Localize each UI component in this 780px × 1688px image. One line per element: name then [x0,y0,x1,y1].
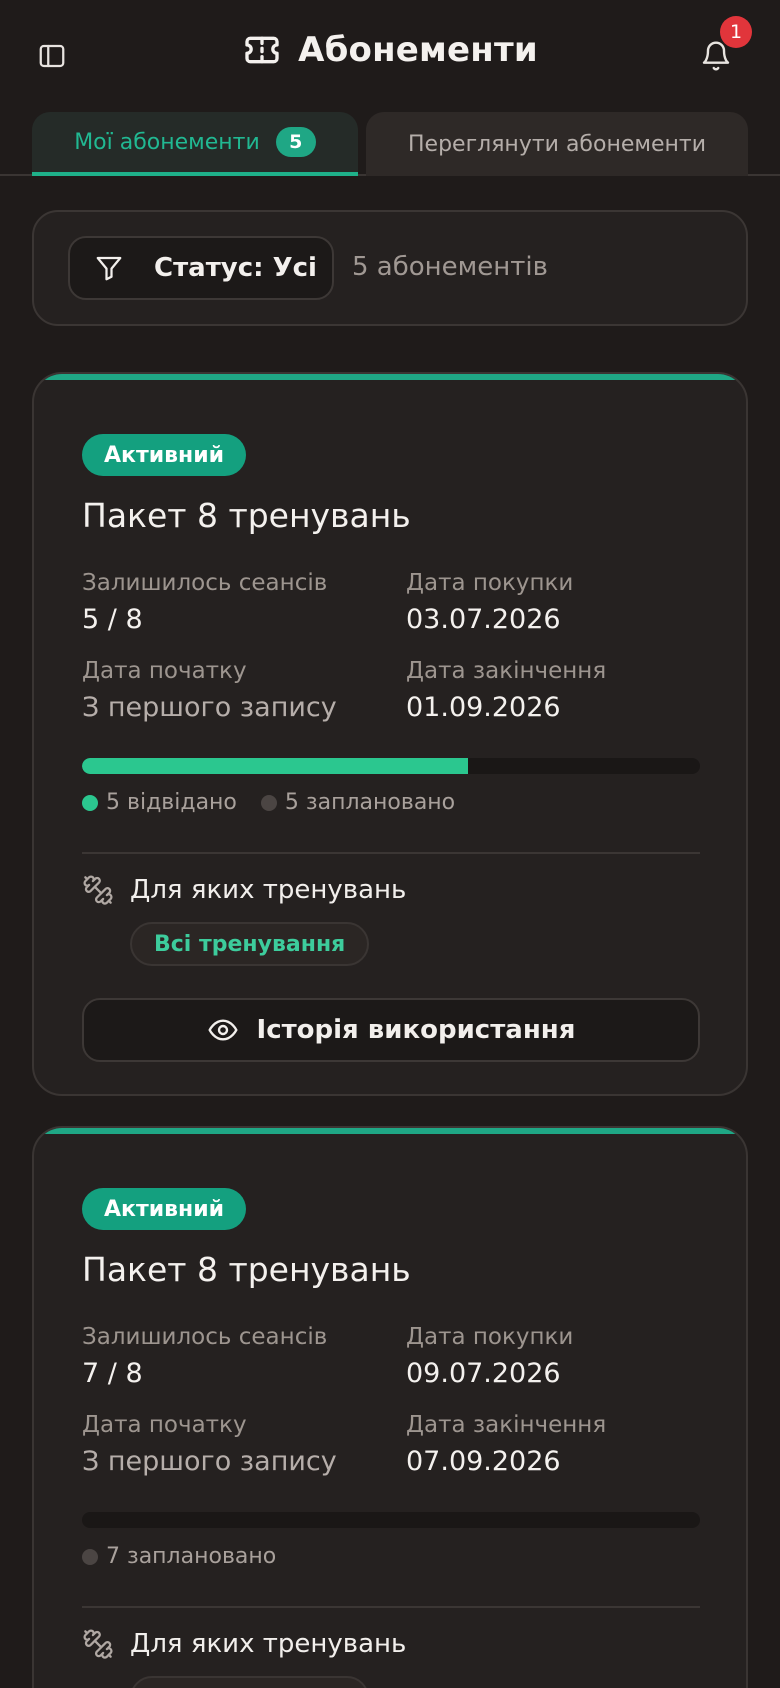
filter-bar: Статус: Усі 5 абонементів [32,210,748,326]
remaining-label: Залишилось сеансів [82,570,328,596]
start-date-value: З першого запису [82,1446,337,1477]
start-date-label: Дата початку [82,658,247,684]
sessions-progress-bar [82,1512,700,1528]
planned-dot-icon [82,1548,98,1565]
for-trainings-row: Для яких тренувань [82,1628,406,1660]
end-date-value: 01.09.2026 [406,692,561,723]
tab-my-subscriptions[interactable]: Мої абонементи 5 [32,112,358,176]
purchase-date: Дата покупки 03.07.2026 [406,570,573,635]
purchase-date-value: 03.07.2026 [406,604,561,635]
subscription-card: Активний Пакет 8 тренувань Залишилось се… [32,1126,748,1688]
header-title-group: Абонементи [0,30,780,70]
purchase-date: Дата покупки 09.07.2026 [406,1324,573,1389]
sessions-progress-bar [82,758,700,774]
for-trainings-label: Для яких тренувань [130,875,407,905]
remaining-sessions: Залишилось сеансів 7 / 8 [82,1324,327,1389]
subscriptions-count: 5 абонементів [352,252,548,282]
usage-history-label: Історія використання [256,1015,576,1045]
dumbbell-icon [83,875,113,905]
progress-legend: 7 заплановано [82,1544,276,1569]
start-date: Дата початку З першого запису [82,1412,337,1477]
subscription-card: Активний Пакет 8 тренувань Залишилось се… [32,372,748,1096]
status-badge: Активний [82,1188,247,1230]
card-divider [82,1606,700,1608]
remaining-value: 5 / 8 [82,604,143,635]
status-badge: Активний [82,434,247,476]
subscriptions-page: Абонементи 1 Мої абонементи 5 Переглянут… [0,0,780,1688]
legend-visited: 5 відвідано [82,790,237,815]
legend-visited-text: 5 відвідано [106,790,237,815]
legend-planned: 7 заплановано [82,1544,276,1569]
start-date-value: З першого запису [82,692,337,723]
tab-count-badge: 5 [275,127,316,157]
legend-planned-text: 7 заплановано [106,1544,277,1569]
notification-badge: 1 [720,16,752,48]
usage-history-button[interactable]: Історія використання [82,998,700,1062]
subscription-title: Пакет 8 тренувань [82,1250,411,1289]
purchase-date-value: 09.07.2026 [406,1358,561,1389]
dumbbell-icon [83,1629,113,1659]
subscription-title: Пакет 8 тренувань [82,496,411,535]
remaining-value: 7 / 8 [82,1358,143,1389]
legend-planned-text: 5 заплановано [284,790,456,815]
tab-bar: Мої абонементи 5 Переглянути абонементи [0,112,780,176]
card-divider [82,852,700,854]
end-date-label: Дата закінчення [406,658,607,684]
end-date-value: 07.09.2026 [406,1446,561,1477]
remaining-sessions: Залишилось сеансів 5 / 8 [82,570,327,635]
visited-dot-icon [82,794,98,811]
tab-label: Мої абонементи [74,129,260,155]
progress-legend: 5 відвідано 5 заплановано [82,790,455,815]
status-filter-button[interactable]: Статус: Усі [68,236,334,300]
end-date: Дата закінчення 07.09.2026 [406,1412,606,1477]
remaining-label: Залишилось сеансів [82,1324,328,1350]
for-trainings-row: Для яких тренувань [82,874,406,906]
page-title: Абонементи [298,30,538,70]
status-filter-label: Статус: Усі [154,253,317,283]
training-tag: Всі тренування [130,922,370,966]
tab-browse-subscriptions[interactable]: Переглянути абонементи [366,112,748,176]
end-date-label: Дата закінчення [406,1412,607,1438]
for-trainings-label: Для яких тренувань [130,1629,407,1659]
tab-label: Переглянути абонементи [408,131,706,157]
planned-dot-icon [260,794,277,811]
start-date-label: Дата початку [82,1412,247,1438]
purchase-date-label: Дата покупки [406,1324,574,1350]
start-date: Дата початку З першого запису [82,658,337,723]
app-header: Абонементи 1 [0,0,780,110]
eye-icon [207,1019,238,1041]
progress-fill [82,758,469,774]
purchase-date-label: Дата покупки [406,570,574,596]
training-tag: Всі тренування [130,1676,370,1688]
legend-planned: 5 заплановано [260,790,456,815]
ticket-icon [245,36,279,64]
filter-icon [96,256,122,281]
end-date: Дата закінчення 01.09.2026 [406,658,606,723]
